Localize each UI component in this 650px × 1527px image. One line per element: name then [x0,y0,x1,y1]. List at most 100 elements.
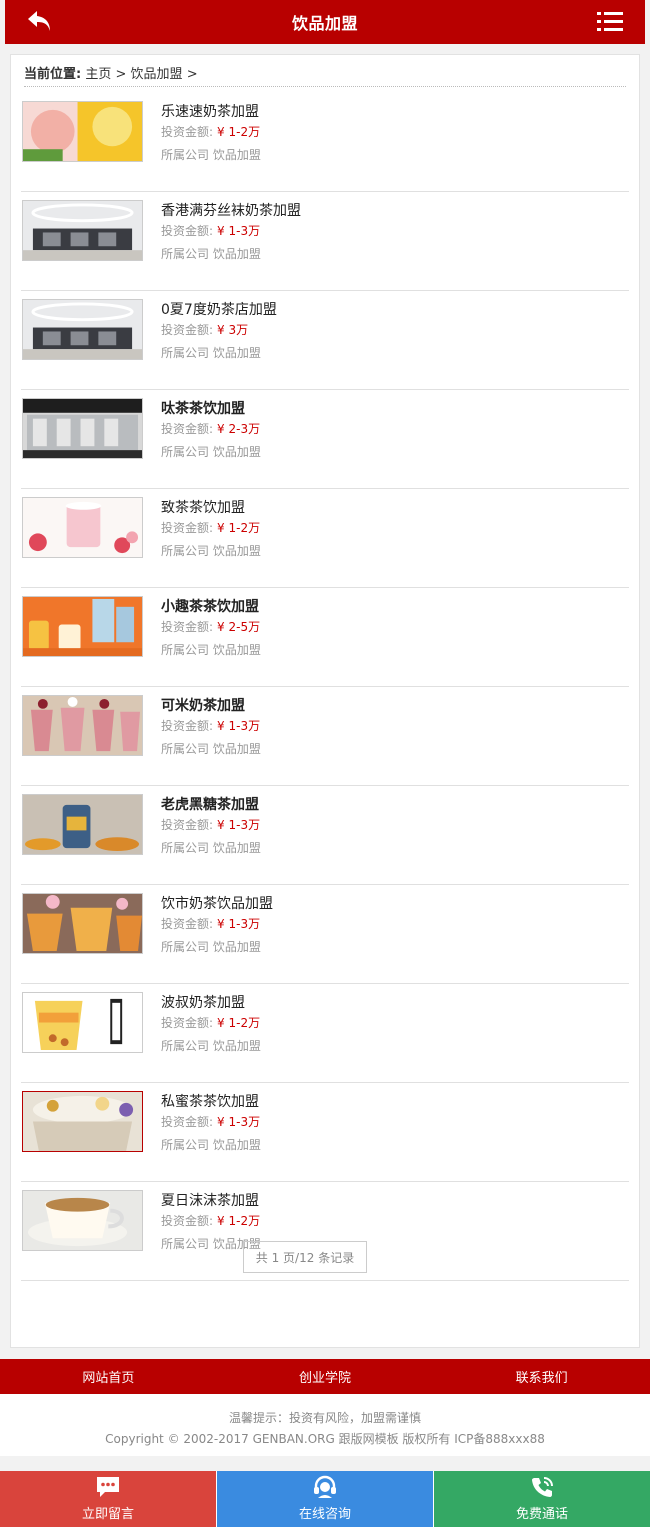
phone-icon [532,1477,553,1497]
breadcrumb-home[interactable]: 主页 [85,67,111,82]
footer-nav: 网站首页 创业学院 联系我们 [0,1359,650,1394]
invest-amount: ¥ 1-2万 [217,1214,261,1228]
breadcrumb-current[interactable]: 饮品加盟 [131,67,183,82]
item-company: 所属公司 饮品加盟 [161,1039,261,1053]
pagination-info: 共 1 页/12 条记录 [243,1241,367,1273]
item-company: 所属公司 饮品加盟 [161,1138,261,1152]
invest-amount: ¥ 1-3万 [217,1115,261,1129]
list-item[interactable]: 乐速速奶茶加盟 投资金额: ¥ 1-2万 所属公司 饮品加盟 [21,93,629,192]
invest-amount: ¥ 1-3万 [217,917,261,931]
item-name[interactable]: 波叔奶茶加盟 [161,994,261,1012]
item-thumbnail[interactable] [22,101,143,162]
invest-amount: ¥ 1-3万 [217,224,261,238]
item-investment: 投资金额: ¥ 2-5万 [161,617,261,637]
list-item[interactable]: 致茶茶饮加盟 投资金额: ¥ 1-2万 所属公司 饮品加盟 [21,489,629,588]
item-company: 所属公司 饮品加盟 [161,445,261,459]
footer-copyright: Copyright © 2002-2017 GENBAN.ORG 跟版网模板 版… [105,1432,545,1446]
item-investment: 投资金额: ¥ 3万 [161,320,277,340]
item-name[interactable]: 小趣茶茶饮加盟 [161,598,261,616]
footer-tip: 温馨提示：投资有风险，加盟需谨慎 [228,1411,421,1425]
breadcrumb-separator: > [186,67,198,82]
item-thumbnail[interactable] [22,695,143,756]
item-investment: 投资金额: ¥ 1-3万 [161,914,273,934]
invest-label: 投资金额: [161,917,214,931]
invest-amount: ¥ 1-2万 [217,1016,261,1030]
item-name[interactable]: 0夏7度奶茶店加盟 [161,301,277,319]
content-panel: 当前位置: 主页 > 饮品加盟 > 乐速速奶茶加盟 投资金额: ¥ 1-2万 所属… [10,54,640,1348]
invest-label: 投资金额: [161,1115,214,1129]
item-name[interactable]: 可米奶茶加盟 [161,697,261,715]
free-call-label: 免费通话 [515,1507,568,1522]
leave-message-button[interactable]: 立即留言 [0,1471,216,1527]
list-item[interactable]: 波叔奶茶加盟 投资金额: ¥ 1-2万 所属公司 饮品加盟 [21,984,629,1083]
breadcrumb-label: 当前位置: [24,67,82,82]
item-name[interactable]: 香港满芬丝袜奶茶加盟 [161,202,301,220]
item-thumbnail[interactable] [22,794,143,855]
footer-link-home[interactable]: 网站首页 [0,1359,217,1394]
item-name[interactable]: 夏日沫沫茶加盟 [161,1192,261,1210]
list-item[interactable]: 私蜜茶茶饮加盟 投资金额: ¥ 1-3万 所属公司 饮品加盟 [21,1083,629,1182]
invest-amount: ¥ 1-3万 [217,719,261,733]
invest-label: 投资金额: [161,422,214,436]
item-name[interactable]: 乐速速奶茶加盟 [161,103,261,121]
invest-amount: ¥ 2-5万 [217,620,261,634]
item-company: 所属公司 饮品加盟 [161,643,261,657]
invest-label: 投资金额: [161,620,214,634]
item-investment: 投资金额: ¥ 1-2万 [161,122,261,142]
item-thumbnail[interactable] [22,1190,143,1251]
item-name[interactable]: 老虎黑糖茶加盟 [161,796,261,814]
item-company: 所属公司 饮品加盟 [161,841,261,855]
item-thumbnail[interactable] [22,398,143,459]
bottom-action-bar: 立即留言 在线咨询 免费通话 [0,1471,650,1527]
item-name[interactable]: 致茶茶饮加盟 [161,499,261,517]
chat-bubble-icon [97,1477,119,1497]
footer-link-academy[interactable]: 创业学院 [217,1359,434,1394]
breadcrumb: 当前位置: 主页 > 饮品加盟 > [24,63,626,87]
invest-amount: ¥ 1-2万 [217,125,261,139]
headset-icon [314,1475,336,1498]
invest-amount: ¥ 1-3万 [217,818,261,832]
item-thumbnail[interactable] [22,596,143,657]
item-investment: 投资金额: ¥ 1-3万 [161,1112,261,1132]
item-investment: 投资金额: ¥ 1-2万 [161,1211,261,1231]
list-item[interactable]: 老虎黑糖茶加盟 投资金额: ¥ 1-3万 所属公司 饮品加盟 [21,786,629,885]
list-item[interactable]: 可米奶茶加盟 投资金额: ¥ 1-3万 所属公司 饮品加盟 [21,687,629,786]
item-investment: 投资金额: ¥ 1-3万 [161,221,301,241]
item-thumbnail[interactable] [22,1091,143,1152]
invest-label: 投资金额: [161,125,214,139]
list-item[interactable]: 香港满芬丝袜奶茶加盟 投资金额: ¥ 1-3万 所属公司 饮品加盟 [21,192,629,291]
item-name[interactable]: 呔茶茶饮加盟 [161,400,261,418]
item-investment: 投资金额: ¥ 2-3万 [161,419,261,439]
item-name[interactable]: 私蜜茶茶饮加盟 [161,1093,261,1111]
invest-amount: ¥ 1-2万 [217,521,261,535]
back-arrow-icon[interactable] [25,8,55,36]
item-thumbnail[interactable] [22,200,143,261]
list-menu-icon[interactable] [597,10,623,34]
item-company: 所属公司 饮品加盟 [161,742,261,756]
item-thumbnail[interactable] [22,299,143,360]
breadcrumb-separator: > [115,67,127,82]
footer-link-contact[interactable]: 联系我们 [433,1359,650,1394]
free-call-button[interactable]: 免费通话 [434,1471,650,1527]
list-item[interactable]: 0夏7度奶茶店加盟 投资金额: ¥ 3万 所属公司 饮品加盟 [21,291,629,390]
online-consult-button[interactable]: 在线咨询 [216,1471,434,1527]
item-investment: 投资金额: ¥ 1-2万 [161,1013,261,1033]
item-thumbnail[interactable] [22,992,143,1053]
invest-label: 投资金额: [161,1016,214,1030]
list-item[interactable]: 饮市奶茶饮品加盟 投资金额: ¥ 1-3万 所属公司 饮品加盟 [21,885,629,984]
item-thumbnail[interactable] [22,893,143,954]
footer-info: 温馨提示：投资有风险，加盟需谨慎 Copyright © 2002-2017 G… [0,1394,650,1456]
item-investment: 投资金额: ¥ 1-3万 [161,815,261,835]
invest-amount: ¥ 3万 [217,323,249,337]
invest-label: 投资金额: [161,818,214,832]
invest-label: 投资金额: [161,323,214,337]
online-consult-label: 在线咨询 [298,1507,351,1522]
item-investment: 投资金额: ¥ 1-3万 [161,716,261,736]
leave-message-label: 立即留言 [81,1507,134,1522]
item-company: 所属公司 饮品加盟 [161,346,261,360]
item-thumbnail[interactable] [22,497,143,558]
item-name[interactable]: 饮市奶茶饮品加盟 [161,895,273,913]
item-company: 所属公司 饮品加盟 [161,940,261,954]
list-item[interactable]: 小趣茶茶饮加盟 投资金额: ¥ 2-5万 所属公司 饮品加盟 [21,588,629,687]
list-item[interactable]: 呔茶茶饮加盟 投资金额: ¥ 2-3万 所属公司 饮品加盟 [21,390,629,489]
